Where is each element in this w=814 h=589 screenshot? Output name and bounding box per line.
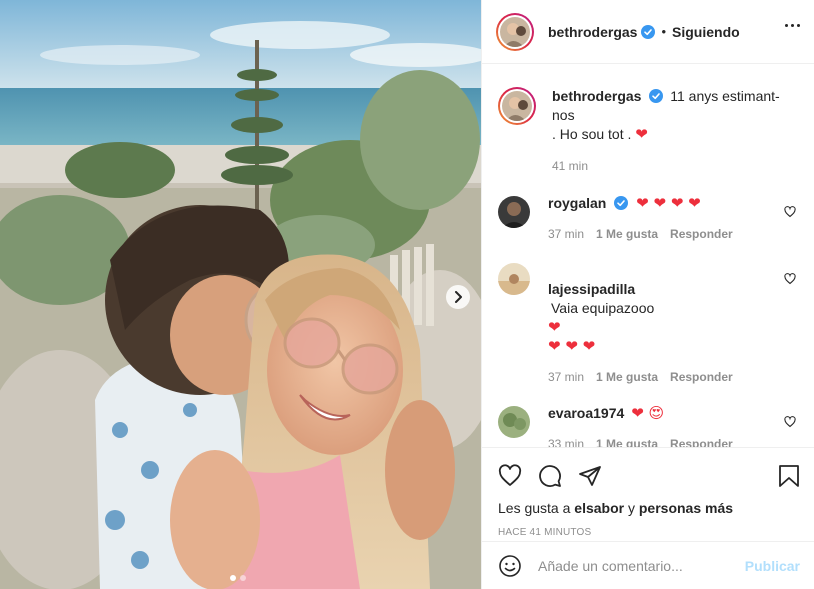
verified-badge-icon (641, 24, 656, 39)
carousel-dot (240, 575, 246, 581)
avatar-image (498, 263, 530, 295)
comment-likes[interactable]: 1 Me gusta (596, 370, 658, 384)
author-avatar[interactable] (496, 12, 534, 51)
reply-button[interactable]: Responder (670, 437, 733, 447)
chevron-right-icon (455, 291, 462, 303)
like-heart-icon[interactable] (498, 464, 522, 488)
post-image (0, 0, 481, 589)
bookmark-save-icon[interactable] (778, 464, 800, 488)
post-timestamp[interactable]: HACE 41 MINUTOS (482, 516, 814, 538)
likes-middle: y (627, 500, 635, 516)
comment-time: 37 min (548, 227, 585, 241)
reply-button[interactable]: Responder (670, 370, 733, 384)
commenter-avatar[interactable] (498, 263, 530, 295)
comments-list[interactable]: bethrodergas 11 anys estimant-nos . Ho s… (482, 65, 814, 447)
post-photo[interactable] (0, 0, 481, 589)
avatar-image (502, 91, 532, 121)
commenter-avatar[interactable] (498, 196, 530, 228)
add-comment-bar: Publicar (482, 541, 814, 589)
like-comment-heart-icon[interactable] (784, 273, 796, 285)
avatar-image (498, 406, 530, 438)
emoji-picker-icon[interactable] (498, 554, 522, 578)
comment-item: evaroa1974 ❤ 😍 33 min 1 Me gusta Respond… (498, 404, 798, 447)
like-comment-heart-icon[interactable] (784, 416, 796, 428)
caption-heart-emoji: ❤ (635, 125, 648, 143)
verified-badge-icon (614, 196, 629, 210)
publish-button[interactable]: Publicar (745, 558, 800, 574)
likes-summary: Les gusta a elsabor y personas más (482, 492, 814, 516)
following-button[interactable]: Siguiendo (672, 24, 740, 40)
post-side-panel: bethrodergas • Siguiendo bethrodergas 11… (481, 0, 814, 589)
comment-bubble-icon[interactable] (538, 464, 562, 488)
commenter-avatar[interactable] (498, 406, 530, 438)
caption-author-avatar[interactable] (498, 87, 536, 125)
comment-item: lajessipadilla Vaia equipazooo ❤ ❤ ❤ ❤ 3… (498, 261, 798, 384)
caption-username[interactable]: bethrodergas (552, 88, 641, 104)
post-header: bethrodergas • Siguiendo (482, 0, 814, 64)
carousel-indicator (230, 575, 246, 581)
liker-username[interactable]: elsabor (574, 500, 624, 516)
author-username[interactable]: bethrodergas (548, 24, 637, 40)
post-actions-section: Les gusta a elsabor y personas más HACE … (482, 447, 814, 538)
comment-text: Vaia equipazooo (551, 300, 655, 316)
caption-time: 41 min (552, 159, 589, 173)
avatar-image (500, 16, 530, 47)
comment-item: roygalan ❤ ❤ ❤ ❤ 37 min 1 Me gusta Respo… (498, 194, 798, 241)
commenter-username[interactable]: evaroa1974 (548, 405, 624, 421)
carousel-next-button[interactable] (446, 285, 470, 309)
comment-input[interactable] (538, 557, 745, 574)
comment-emoji: ❤ 😍 (631, 404, 665, 422)
comment-likes[interactable]: 1 Me gusta (596, 227, 658, 241)
action-bar (482, 448, 814, 492)
comment-time: 37 min (548, 370, 585, 384)
more-options-button[interactable] (785, 24, 800, 27)
likes-prefix: Les gusta a (498, 500, 571, 516)
avatar-image (498, 196, 530, 228)
caption-text-line2: . Ho sou tot . (552, 126, 632, 142)
comment-emoji: ❤ ❤ ❤ ❤ (636, 194, 701, 212)
commenter-username[interactable]: lajessipadilla (548, 281, 635, 297)
comment-emoji: ❤ ❤ ❤ ❤ (548, 318, 596, 355)
comment-time: 33 min (548, 437, 585, 447)
comment-likes[interactable]: 1 Me gusta (596, 437, 658, 447)
like-comment-heart-icon[interactable] (784, 206, 796, 218)
commenter-username[interactable]: roygalan (548, 195, 606, 211)
reply-button[interactable]: Responder (670, 227, 733, 241)
post-caption: bethrodergas 11 anys estimant-nos . Ho s… (498, 87, 798, 176)
likers-list-link[interactable]: personas más (639, 500, 733, 516)
share-send-icon[interactable] (578, 464, 602, 488)
carousel-dot-active (230, 575, 236, 581)
verified-badge-icon (649, 89, 664, 103)
